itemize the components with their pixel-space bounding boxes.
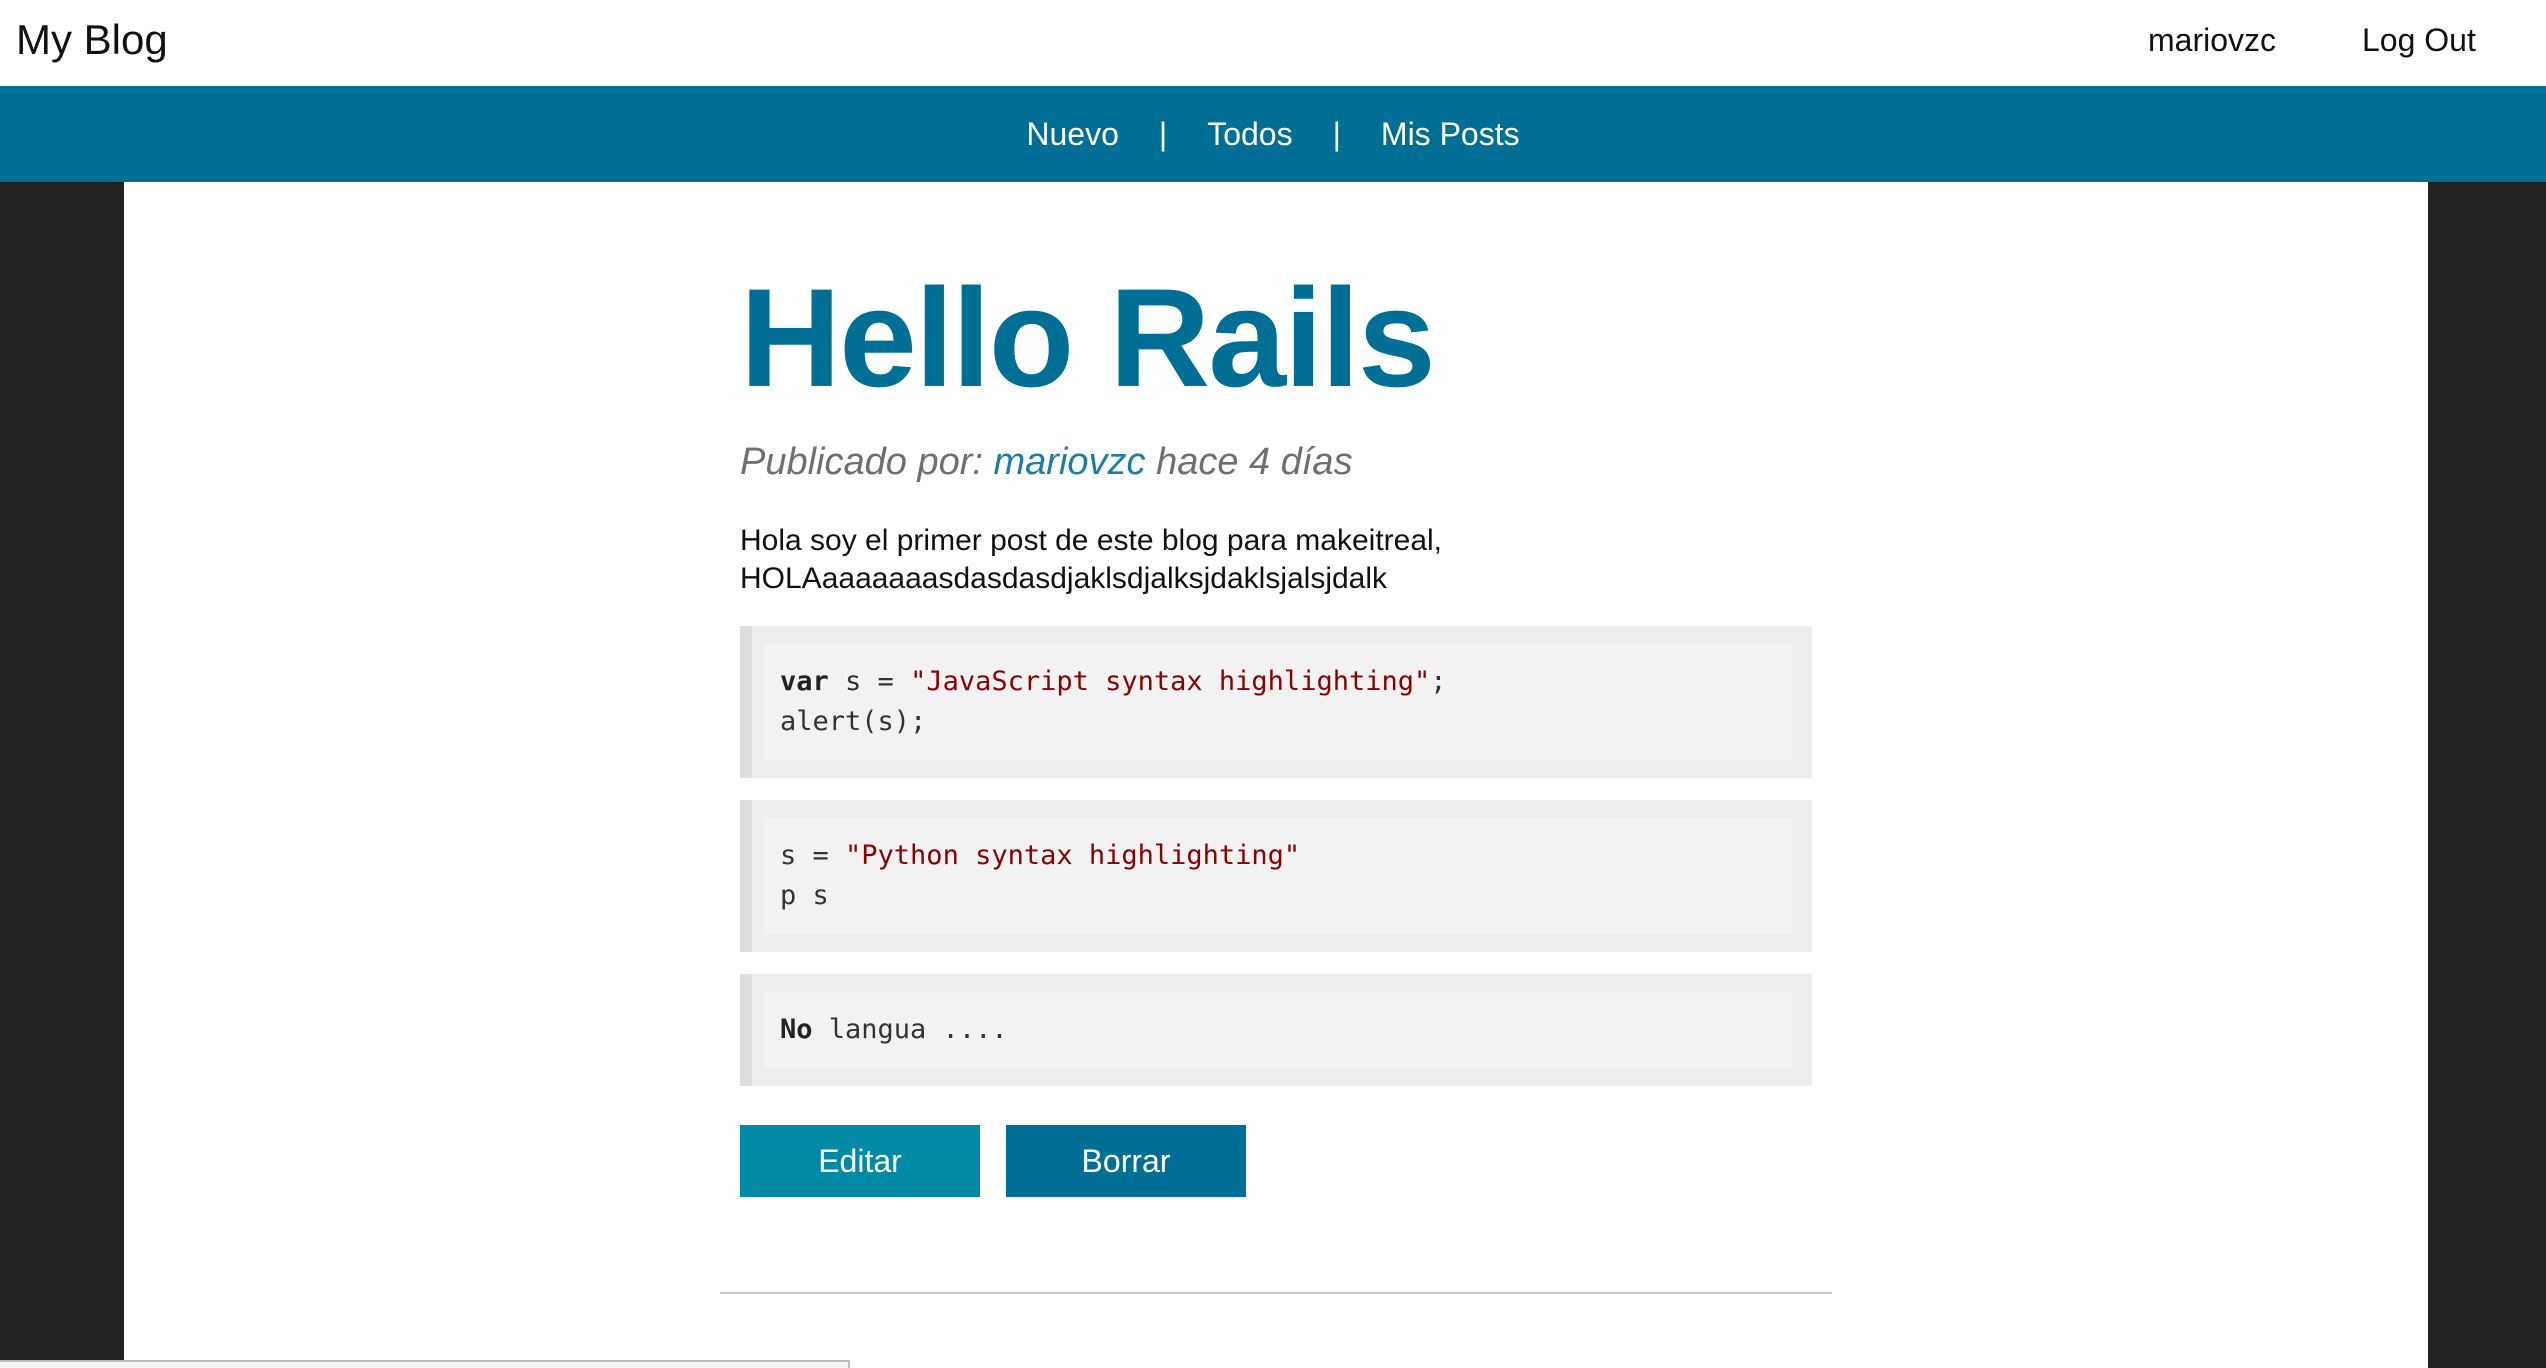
code-block-plain: No langua .... [740,974,1812,1086]
code-text: alert(s); [780,706,927,737]
nav-item-nuevo[interactable]: Nuevo [1026,114,1119,154]
brand-link[interactable]: My Blog [16,14,168,66]
meta-prefix: Publicado por: [740,441,983,483]
code-text: s = [780,840,846,871]
code-text: s = [828,666,911,697]
code-keyword: var [780,666,829,697]
author-link[interactable]: mariovzc [994,441,1146,483]
code-string: "Python syntax highlighting" [845,840,1301,871]
post-title: Hello Rails [740,259,1436,416]
code-content: var s = "JavaScript syntax highlighting"… [764,644,1792,760]
code-text: p s [780,880,829,911]
logout-link[interactable]: Log Out [2362,20,2476,60]
nav-item-mis-posts[interactable]: Mis Posts [1381,114,1520,154]
code-text: ; [1430,666,1447,697]
code-block-python: s = "Python syntax highlighting" p s [740,800,1812,952]
content-area: Hello Rails Publicado por: mariovzc hace… [124,182,2428,1368]
username-link[interactable]: mariovzc [2148,20,2276,60]
nav-separator: | [1332,116,1341,152]
meta-time: hace 4 días [1156,441,1353,483]
post-body: Hola soy el primer post de este blog par… [740,522,1812,598]
top-header: My Blog mariovzc Log Out [0,0,2546,86]
nav-separator: | [1158,116,1168,152]
code-content: s = "Python syntax highlighting" p s [764,818,1792,934]
browser-status-bar [0,1360,850,1368]
delete-button[interactable]: Borrar [1006,1125,1246,1197]
code-text: langua .... [812,1014,1008,1045]
post-body-line: HOLAaaaaaaasdasdasdjaklsdjalksjdaklsjals… [740,562,1388,595]
edit-button[interactable]: Editar [740,1125,980,1197]
main-nav: Nuevo | Todos | Mis Posts [0,86,2546,182]
post-meta: Publicado por: mariovzc hace 4 días [740,438,1353,486]
content-divider [720,1292,1832,1294]
code-keyword: No [780,1014,813,1045]
code-content: No langua .... [764,992,1792,1068]
post-body-line: Hola soy el primer post de este blog par… [740,524,1443,557]
code-string: "JavaScript syntax highlighting" [910,666,1431,697]
nav-item-todos[interactable]: Todos [1207,114,1292,154]
code-block-javascript: var s = "JavaScript syntax highlighting"… [740,626,1812,778]
